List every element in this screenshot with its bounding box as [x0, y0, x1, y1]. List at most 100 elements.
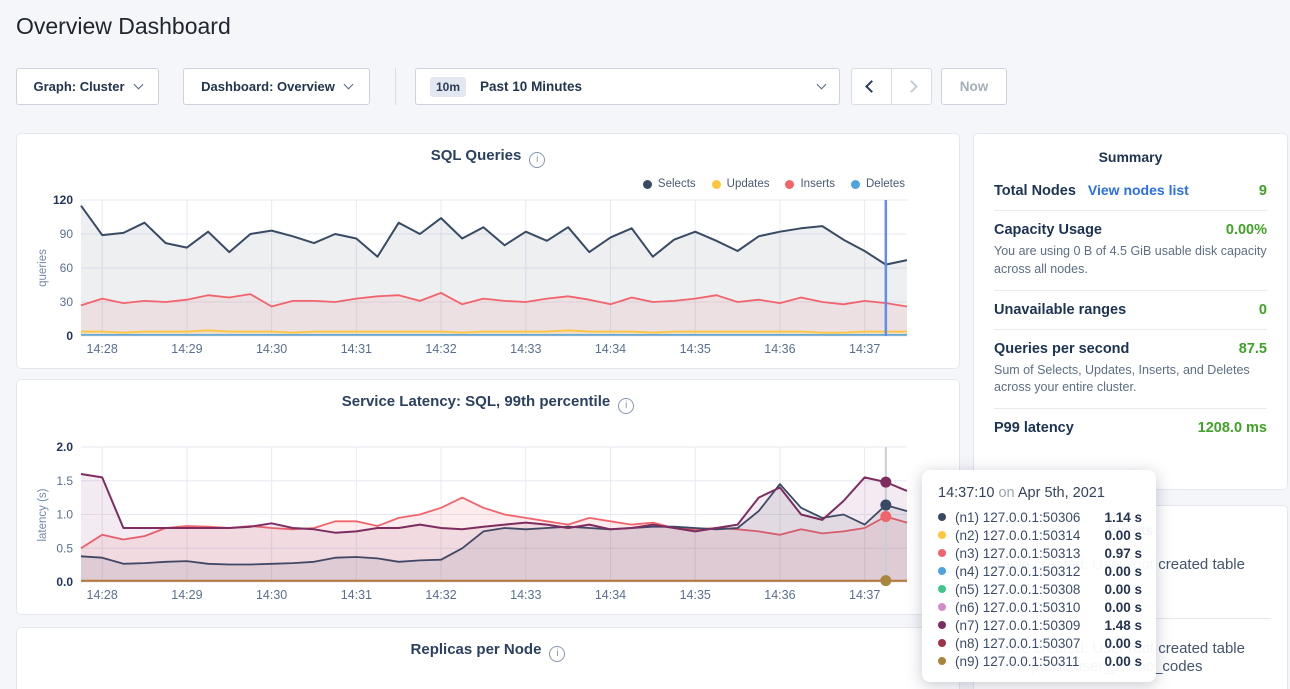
dashboard-dropdown[interactable]: Dashboard: Overview: [183, 68, 370, 105]
svg-text:14:31: 14:31: [341, 342, 372, 356]
dashboard-dropdown-label: Dashboard: Overview: [201, 79, 335, 94]
svg-text:14:28: 14:28: [87, 588, 118, 602]
legend-dot: [712, 180, 721, 189]
view-nodes-list-link[interactable]: View nodes list: [1088, 182, 1189, 198]
chart-title: Replicas per Nodei: [17, 641, 959, 662]
summary-description: You are using 0 B of 4.5 GiB usable disk…: [994, 243, 1267, 279]
sql-queries-chart[interactable]: 0 30 60 90 120 14:28 14:29 14:30 14:31 14:32 14:33…: [17, 192, 961, 367]
svg-text:14:32: 14:32: [425, 342, 456, 356]
now-button[interactable]: Now: [941, 68, 1007, 105]
node-address: (n4) 127.0.0.1:50312: [955, 564, 1104, 579]
node-color-dot: [938, 513, 946, 521]
next-time-button[interactable]: [891, 69, 931, 104]
sql-queries-panel: SQL Queriesi Selects Updates Inserts Del…: [16, 133, 960, 369]
svg-text:0.0: 0.0: [56, 575, 73, 589]
tooltip-node-row: (n7) 127.0.0.1:503091.48 s: [938, 616, 1142, 634]
chevron-down-icon: [133, 80, 143, 90]
legend-dot: [643, 180, 652, 189]
svg-text:0.5: 0.5: [56, 541, 73, 555]
svg-text:14:29: 14:29: [171, 342, 202, 356]
node-latency: 0.00 s: [1104, 528, 1142, 543]
svg-text:14:29: 14:29: [171, 588, 202, 602]
node-address: (n8) 127.0.0.1:50307: [955, 636, 1104, 651]
svg-text:14:37: 14:37: [849, 342, 880, 356]
node-address: (n3) 127.0.0.1:50313: [955, 546, 1104, 561]
svg-text:14:31: 14:31: [341, 588, 372, 602]
node-latency: 0.00 s: [1104, 564, 1142, 579]
node-address: (n1) 127.0.0.1:50306: [955, 510, 1104, 525]
svg-text:14:33: 14:33: [510, 588, 541, 602]
page-title: Overview Dashboard: [16, 13, 231, 40]
node-color-dot: [938, 549, 946, 557]
legend-item: Selects: [643, 178, 696, 190]
svg-text:14:35: 14:35: [680, 342, 711, 356]
node-latency: 0.97 s: [1104, 546, 1142, 561]
node-address: (n9) 127.0.0.1:50311: [955, 654, 1104, 669]
tooltip-node-row: (n5) 127.0.0.1:503080.00 s: [938, 580, 1142, 598]
svg-text:90: 90: [60, 227, 74, 241]
svg-text:14:30: 14:30: [256, 588, 287, 602]
legend-dot: [851, 180, 860, 189]
svg-text:120: 120: [53, 193, 73, 207]
svg-text:0: 0: [66, 329, 73, 343]
summary-row-unavailable-ranges: Unavailable ranges 0: [994, 290, 1267, 329]
graph-dropdown[interactable]: Graph: Cluster: [16, 68, 159, 105]
summary-row-capacity-usage: Capacity Usage 0.00% You are using 0 B o…: [994, 210, 1267, 290]
node-latency: 0.00 s: [1104, 582, 1142, 597]
summary-panel: Summary Total Nodes View nodes list 9 Ca…: [973, 133, 1288, 490]
info-icon[interactable]: i: [618, 398, 634, 414]
summary-row-total-nodes: Total Nodes View nodes list 9: [994, 171, 1267, 210]
node-latency: 0.00 s: [1104, 636, 1142, 651]
overview-dashboard-page: Overview Dashboard Graph: Cluster Dashbo…: [0, 0, 1290, 689]
node-address: (n2) 127.0.0.1:50314: [955, 528, 1104, 543]
svg-text:14:28: 14:28: [87, 342, 118, 356]
svg-text:14:37: 14:37: [849, 588, 880, 602]
tooltip-node-row: (n8) 127.0.0.1:503070.00 s: [938, 634, 1142, 652]
node-color-dot: [938, 639, 946, 647]
replicas-per-node-panel: Replicas per Nodei: [16, 627, 960, 689]
chevron-down-icon: [343, 80, 353, 90]
node-color-dot: [938, 531, 946, 539]
node-color-dot: [938, 657, 946, 665]
tooltip-node-row: (n2) 127.0.0.1:503140.00 s: [938, 526, 1142, 544]
tooltip-node-row: (n3) 127.0.0.1:503130.97 s: [938, 544, 1142, 562]
toolbar-divider: [395, 68, 396, 105]
node-color-dot: [938, 621, 946, 629]
chevron-right-icon: [905, 80, 918, 93]
graph-dropdown-label: Graph: Cluster: [33, 79, 124, 94]
svg-text:14:30: 14:30: [256, 342, 287, 356]
svg-text:30: 30: [60, 295, 74, 309]
node-address: (n7) 127.0.0.1:50309: [955, 618, 1104, 633]
chevron-down-icon: [817, 80, 827, 90]
service-latency-chart[interactable]: 0.00.51.01.52.014:2814:2914:3014:3114:32…: [17, 438, 961, 613]
prev-time-button[interactable]: [852, 69, 891, 104]
tooltip-node-row: (n1) 127.0.0.1:503061.14 s: [938, 508, 1142, 526]
svg-text:2.0: 2.0: [56, 440, 73, 454]
svg-text:1.5: 1.5: [56, 474, 73, 488]
node-address: (n5) 127.0.0.1:50308: [955, 582, 1104, 597]
summary-title: Summary: [974, 149, 1287, 165]
info-icon[interactable]: i: [529, 152, 545, 168]
svg-text:14:32: 14:32: [425, 588, 456, 602]
summary-value: 0.00%: [1226, 222, 1267, 238]
time-range-badge: 10m: [430, 77, 466, 97]
summary-value: 87.5: [1239, 341, 1267, 357]
node-color-dot: [938, 585, 946, 593]
info-icon[interactable]: i: [549, 646, 565, 662]
legend-item: Deletes: [851, 178, 905, 190]
svg-text:14:33: 14:33: [510, 342, 541, 356]
node-latency: 1.14 s: [1104, 510, 1142, 525]
node-color-dot: [938, 567, 946, 575]
time-pager: [851, 68, 932, 105]
time-range-dropdown[interactable]: 10m Past 10 Minutes: [415, 68, 840, 105]
legend-dot: [785, 180, 794, 189]
tooltip-node-row: (n6) 127.0.0.1:503100.00 s: [938, 598, 1142, 616]
summary-value: 0: [1259, 302, 1267, 318]
service-latency-panel: Service Latency: SQL, 99th percentilei l…: [16, 379, 960, 615]
svg-text:60: 60: [60, 261, 74, 275]
svg-text:14:34: 14:34: [595, 588, 626, 602]
node-latency: 0.00 s: [1104, 600, 1142, 615]
chart-title: SQL Queriesi: [17, 147, 959, 168]
tooltip-node-row: (n9) 127.0.0.1:503110.00 s: [938, 652, 1142, 670]
legend-item: Inserts: [785, 178, 835, 190]
